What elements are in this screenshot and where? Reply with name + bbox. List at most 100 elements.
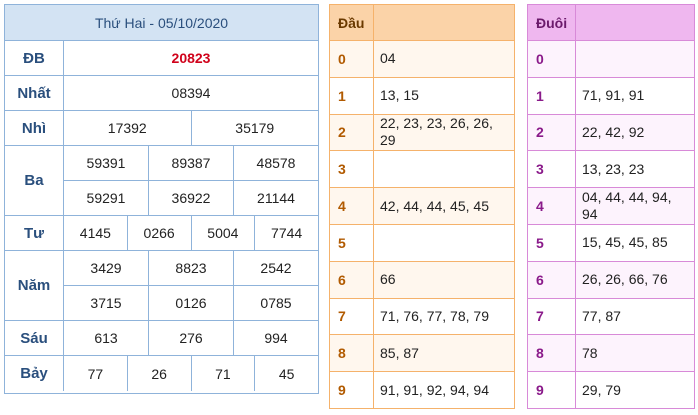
prize-number: 48578 (233, 146, 318, 180)
dau-row: 1 13, 15 (330, 76, 514, 114)
dau-row: 8 85, 87 (330, 334, 514, 372)
prize-number: 0266 (126, 216, 191, 250)
special-prize-number: 20823 (171, 50, 211, 66)
duoi-header-values (576, 5, 694, 40)
duoi-numbers: 04, 44, 44, 94, 94 (582, 189, 672, 223)
prize-number: 71 (190, 356, 255, 391)
duoi-digit: 3 (528, 151, 576, 188)
duoi-digit: 5 (528, 224, 576, 261)
dau-numbers: 04 (380, 50, 396, 67)
prize-values: 20823 (64, 41, 318, 75)
prize-values: 17392 35179 (64, 111, 318, 145)
duoi-table: Đuôi 0 1 71, 91, 91 2 22, 42, 92 3 13, 23, 23 4… (527, 4, 695, 409)
prize-number: 0785 (233, 286, 318, 320)
prize-number: 17392 (107, 120, 147, 136)
duoi-row: 8 78 (528, 334, 694, 372)
prize-row: Nhì 17392 35179 (5, 111, 318, 146)
prize-line: 77 26 71 45 (64, 356, 318, 391)
prize-label: Năm (5, 251, 64, 320)
prize-rows: ĐB 20823 Nhất 08394 Nhì 17392 35179 Ba 59391 8938… (5, 41, 318, 391)
dau-numbers: 66 (380, 271, 396, 288)
prize-line: 59291 36922 21144 (64, 180, 318, 215)
duoi-numbers (576, 41, 694, 77)
prize-number: 8823 (148, 251, 233, 285)
duoi-row: 1 71, 91, 91 (528, 76, 694, 114)
prize-label: ĐB (5, 41, 64, 75)
prize-values: 77 26 71 45 (64, 356, 318, 391)
duoi-digit: 4 (528, 188, 576, 224)
prize-line: 08394 (64, 76, 318, 110)
prize-label: Tư (5, 216, 64, 250)
prize-row: Bảy 77 26 71 45 (5, 356, 318, 391)
dau-digit: 3 (330, 151, 374, 188)
duoi-row: 9 29, 79 (528, 371, 694, 408)
dau-numbers: 22, 23, 23, 26, 26, 29 (380, 115, 493, 149)
dau-row: 5 (330, 223, 514, 261)
dau-digit: 7 (330, 298, 374, 335)
dau-header-label: Đầu (330, 5, 374, 40)
prize-label: Ba (5, 146, 64, 215)
prize-line: 20823 (64, 41, 318, 75)
prize-row: Năm 3429 8823 2542 3715 0126 0785 (5, 251, 318, 321)
duoi-numbers: 13, 23, 23 (582, 160, 645, 177)
prize-row: Ba 59391 89387 48578 59291 36922 21144 (5, 146, 318, 216)
prize-label: Bảy (5, 356, 64, 391)
results-date-header: Thứ Hai - 05/10/2020 (5, 5, 318, 41)
prize-number: 0126 (148, 286, 233, 320)
duoi-row: 5 15, 45, 45, 85 (528, 223, 694, 261)
dau-row: 2 22, 23, 23, 26, 26, 29 (330, 113, 514, 151)
prize-number: 59391 (86, 155, 126, 171)
prize-number: 08394 (171, 85, 211, 101)
prize-number: 36922 (148, 181, 233, 215)
prize-number: 45 (254, 356, 318, 391)
prize-line: 3715 0126 0785 (64, 285, 318, 320)
duoi-header: Đuôi (528, 5, 694, 41)
dau-row: 4 42, 44, 44, 45, 45 (330, 187, 514, 224)
dau-digit: 2 (330, 114, 374, 151)
prize-values: 59391 89387 48578 59291 36922 21144 (64, 146, 318, 215)
duoi-numbers: 26, 26, 66, 76 (582, 271, 668, 288)
dau-row: 7 71, 76, 77, 78, 79 (330, 297, 514, 335)
prize-number: 2542 (233, 251, 318, 285)
lottery-results-table: Thứ Hai - 05/10/2020 ĐB 20823 Nhất 08394 Nhì… (4, 4, 319, 394)
duoi-digit: 6 (528, 261, 576, 298)
dau-digit: 0 (330, 41, 374, 77)
duoi-numbers: 77, 87 (582, 307, 621, 324)
duoi-numbers: 22, 42, 92 (582, 123, 645, 140)
dau-table: Đầu 0 04 1 13, 15 2 22, 23, 23, 26, 26, 29 3 4 4… (329, 4, 515, 409)
duoi-row: 4 04, 44, 44, 94, 94 (528, 187, 694, 224)
prize-number: 276 (148, 321, 233, 355)
prize-values: 613 276 994 (64, 321, 318, 355)
duoi-digit: 0 (528, 41, 576, 77)
prize-number: 4145 (79, 225, 111, 241)
dau-digit: 5 (330, 224, 374, 261)
dau-numbers: 85, 87 (380, 344, 419, 361)
prize-number: 7744 (254, 216, 318, 250)
prize-line: 613 276 994 (64, 321, 318, 355)
prize-number: 59291 (86, 190, 126, 206)
duoi-digit: 2 (528, 114, 576, 151)
duoi-row: 7 77, 87 (528, 297, 694, 335)
duoi-numbers: 71, 91, 91 (582, 87, 645, 104)
dau-rows: 0 04 1 13, 15 2 22, 23, 23, 26, 26, 29 3 4 42, 4… (330, 41, 514, 408)
prize-line: 59391 89387 48578 (64, 146, 318, 180)
duoi-digit: 7 (528, 298, 576, 335)
prize-label: Nhất (5, 76, 64, 110)
duoi-row: 3 13, 23, 23 (528, 150, 694, 188)
prize-number: 5004 (190, 216, 255, 250)
duoi-digit: 1 (528, 77, 576, 114)
dau-row: 0 04 (330, 41, 514, 77)
duoi-row: 6 26, 26, 66, 76 (528, 260, 694, 298)
prize-number: 3429 (90, 260, 122, 276)
prize-line: 4145 0266 5004 7744 (64, 216, 318, 250)
prize-number: 3715 (90, 295, 122, 311)
prize-row: ĐB 20823 (5, 41, 318, 76)
prize-number: 26 (126, 356, 191, 391)
prize-label: Sáu (5, 321, 64, 355)
dau-digit: 1 (330, 77, 374, 114)
duoi-digit: 8 (528, 335, 576, 372)
duoi-numbers: 15, 45, 45, 85 (582, 234, 668, 251)
prize-row: Sáu 613 276 994 (5, 321, 318, 356)
dau-numbers: 91, 91, 92, 94, 94 (380, 381, 489, 398)
prize-number: 89387 (148, 146, 233, 180)
